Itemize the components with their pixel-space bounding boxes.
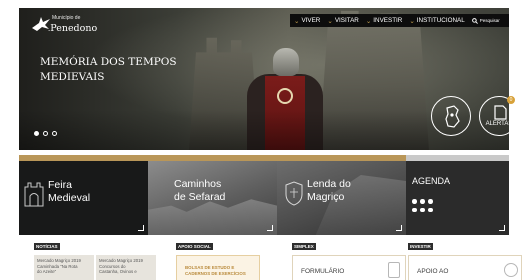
carousel-dot[interactable] [43,131,48,136]
nav-item-viver[interactable]: ⌄ VIVER [294,17,320,25]
nav-item-institucional[interactable]: ⌄ INSTITUCIONAL [409,17,464,25]
social-card[interactable]: BOLSAS DE ESTUDO E CADERNOS DE EXERCÍCIO… [176,255,260,280]
simplex-card[interactable]: FORMULÁRIO [292,255,406,280]
chevron-down-icon: ⌄ [365,17,372,25]
document-icon [494,105,507,120]
shield-icon [285,181,303,206]
investir-card-text: APOIO AO [417,268,449,275]
news-item[interactable]: Mercado Magriço 2019 Concursos do Castan… [96,255,156,280]
alert-count-badge: 0 [507,96,515,104]
tile-agenda[interactable]: AGENDA [406,161,509,235]
logo-name: .Penedono [48,23,98,34]
carousel-dot[interactable] [52,131,57,136]
news-item[interactable]: Mercado Magriço 2019 Caminhada "Na Rota … [34,255,94,280]
main-navigation: ⌄ VIVER ⌄ VISITAR ⌄ INVESTIR ⌄ INSTITUCIONAL… [290,14,509,27]
nav-item-visitar[interactable]: ⌄ VISITAR [327,17,358,25]
search-button[interactable]: Pesquisar [471,17,500,24]
tile-label: Lenda do Magriço [307,178,351,203]
corner-arrow-icon [267,225,273,231]
corner-arrow-icon [396,225,402,231]
section-label-apoio-social: APOIO SOCIAL [176,243,213,250]
castle-gate-icon [24,182,44,207]
simplex-card-text: FORMULÁRIO [301,268,345,275]
nav-item-investir[interactable]: ⌄ INVESTIR [366,17,403,25]
tile-caminhos-de-sefarad[interactable]: Caminhos de Sefarad [148,161,277,235]
investir-card[interactable]: APOIO AO [408,255,522,280]
map-button[interactable] [431,96,471,136]
coin-icon [504,263,518,277]
section-label-noticias: NOTÍCIAS [34,243,60,250]
tile-label: Caminhos de Sefarad [174,178,226,203]
search-icon [471,17,478,24]
corner-arrow-icon [499,225,505,231]
tile-label: AGENDA [412,176,451,186]
site-logo[interactable]: Município de .Penedono [30,14,120,38]
alerts-label: ALERTAS [485,121,513,127]
section-label-investir: INVESTIR [408,243,433,250]
tile-feira-medieval[interactable]: Feira Medieval [19,161,148,235]
tile-label: Feira Medieval [48,179,91,204]
logo-subtitle: Município de [52,15,81,21]
social-card-text: BOLSAS DE ESTUDO E CADERNOS DE EXERCÍCIO… [185,265,246,276]
section-label-simplex: SIMPLEX [292,243,316,250]
chevron-down-icon: ⌄ [327,17,333,25]
tile-lenda-do-magrico[interactable]: Lenda do Magriço [277,161,406,235]
carousel-dot[interactable] [34,131,39,136]
form-icon [388,262,400,278]
hero-title: MEMÓRIA DOS TEMPOS MEDIEVAIS [40,56,177,83]
chevron-down-icon: ⌄ [294,17,300,25]
chevron-down-icon: ⌄ [409,17,415,25]
carousel-dots [34,131,57,136]
search-label: Pesquisar [479,18,500,23]
map-icon [445,105,460,128]
corner-arrow-icon [138,225,144,231]
agenda-dots-icon [412,199,434,212]
